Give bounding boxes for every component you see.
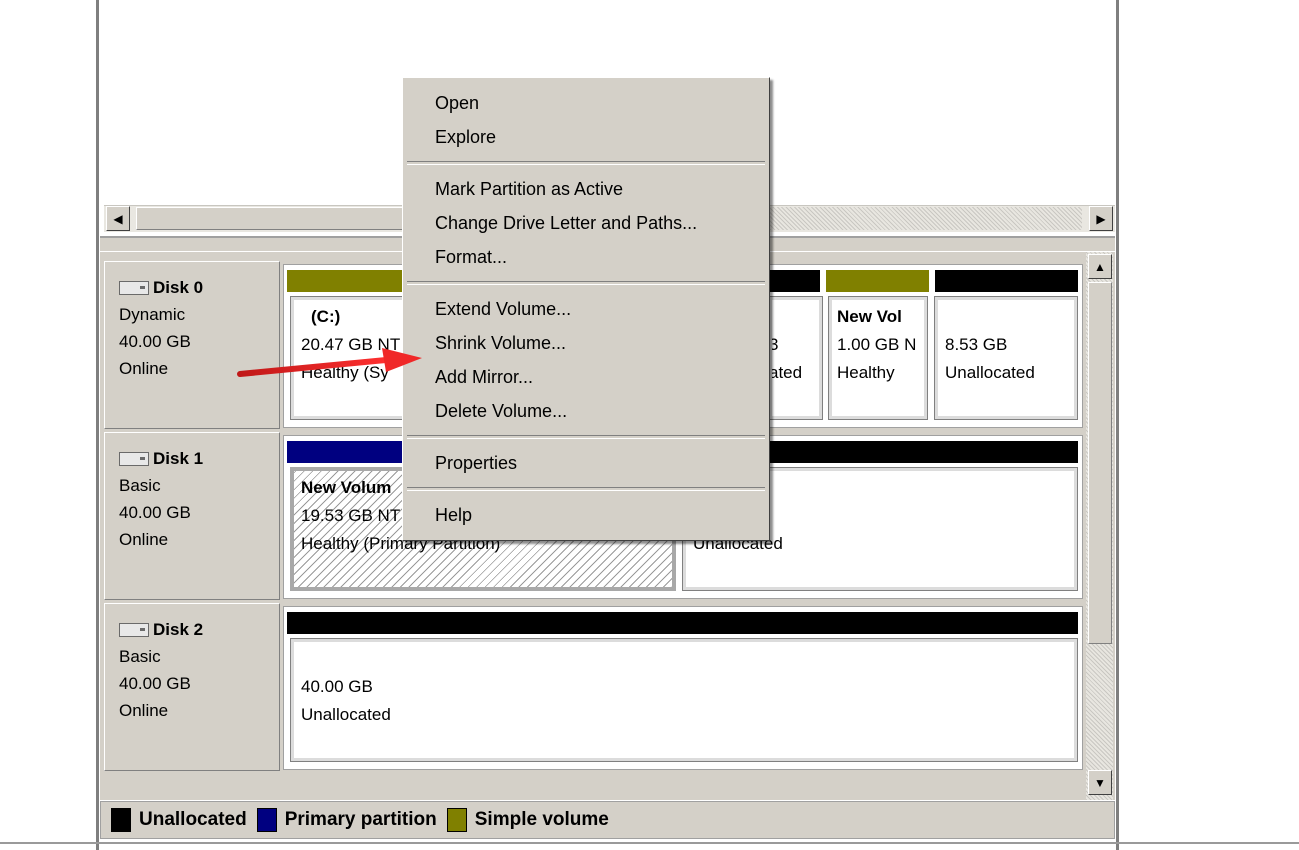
legend-primary: Primary partition [256, 808, 437, 832]
simple-swatch [446, 808, 467, 832]
disk-2-unallocated[interactable]: 40.00 GB Unallocated [290, 638, 1078, 762]
context-menu: Open Explore Mark Partition as Active Ch… [402, 77, 770, 541]
disk-0-unallocated-2-size: 8.53 GB [945, 335, 1008, 354]
unallocated-swatch [111, 808, 131, 832]
disk-0-unalloc-bar-2 [935, 270, 1078, 292]
chevron-right-icon: ▶ [1096, 211, 1106, 226]
horizontal-scroll-track[interactable] [770, 207, 1082, 230]
menu-item-extend-volume[interactable]: Extend Volume... [403, 292, 769, 326]
menu-separator [407, 281, 765, 285]
chevron-up-icon: ▲ [1094, 259, 1106, 274]
disk-1-size: 40.00 GB [119, 503, 191, 522]
disk-0-unallocated-1-size: 3 [769, 335, 779, 354]
menu-item-mark-active[interactable]: Mark Partition as Active [403, 172, 769, 206]
disk-1-name-text: Disk 1 [153, 449, 204, 468]
scroll-left-button[interactable]: ◀ [106, 206, 130, 231]
menu-item-help[interactable]: Help [403, 498, 769, 532]
volume-new-vol-title: New Vol [837, 307, 902, 326]
disk-0-unalloc-bar-1 [770, 270, 820, 292]
disk-2-unalloc-bar [287, 612, 1078, 634]
disk-icon [119, 451, 149, 466]
menu-item-explore[interactable]: Explore [403, 120, 769, 154]
menu-item-properties[interactable]: Properties [403, 446, 769, 480]
right-frame-line [1116, 0, 1119, 850]
scroll-down-button[interactable]: ▼ [1088, 770, 1112, 795]
menu-item-add-mirror[interactable]: Add Mirror... [403, 360, 769, 394]
bottom-frame-line [0, 842, 1299, 844]
disk-2-size: 40.00 GB [119, 674, 191, 693]
menu-separator [407, 161, 765, 165]
disk-0-c-bar [287, 270, 402, 292]
disk-0-type: Dynamic [119, 305, 186, 324]
disk-0-name: Disk 0 [119, 274, 279, 301]
legend-simple-label: Simple volume [474, 809, 609, 830]
disk-0-name-text: Disk 0 [153, 278, 204, 297]
chevron-left-icon: ◀ [113, 211, 123, 226]
menu-item-delete-volume[interactable]: Delete Volume... [403, 394, 769, 428]
disk-1-type: Basic [119, 476, 161, 495]
menu-item-format[interactable]: Format... [403, 240, 769, 274]
horizontal-scroll-thumb[interactable] [136, 207, 406, 230]
disk-0-newvol-bar [826, 270, 929, 292]
left-frame-line [96, 0, 99, 850]
disk-0-unallocated-1[interactable]: 3 ated [768, 296, 823, 420]
disk-1-label[interactable]: Disk 1 Basic 40.00 GB Online [104, 432, 280, 600]
volume-new-vol-size: 1.00 GB N [837, 335, 917, 354]
disk-2-unallocated-size: 40.00 GB [301, 677, 373, 696]
annotation-arrow-icon [237, 348, 422, 377]
chevron-down-icon: ▼ [1094, 775, 1106, 790]
legend-bar: Unallocated Primary partition Simple vol… [100, 801, 1115, 839]
disk-2-label[interactable]: Disk 2 Basic 40.00 GB Online [104, 603, 280, 771]
primary-swatch [256, 808, 277, 832]
disk-2-status: Online [119, 701, 169, 720]
menu-separator [407, 435, 765, 439]
volume-new-vol[interactable]: New Vol 1.00 GB N Healthy [828, 296, 928, 420]
disk-0-unallocated-2-status: Unallocated [945, 363, 1035, 382]
legend-unallocated-label: Unallocated [139, 809, 247, 830]
disk-2-unallocated-status: Unallocated [301, 705, 391, 724]
legend-unallocated: Unallocated [111, 808, 247, 832]
legend-simple: Simple volume [446, 808, 609, 832]
disk-0-unallocated-2[interactable]: 8.53 GB Unallocated [934, 296, 1078, 420]
menu-separator [407, 487, 765, 491]
disk-icon [119, 622, 149, 637]
scroll-right-button[interactable]: ▶ [1089, 206, 1113, 231]
menu-item-open[interactable]: Open [403, 86, 769, 120]
legend-primary-label: Primary partition [284, 809, 437, 830]
volume-c-title: (C:) [311, 307, 341, 326]
menu-item-shrink-volume[interactable]: Shrink Volume... [403, 326, 769, 360]
vertical-scroll-thumb[interactable] [1088, 282, 1112, 644]
volume-new-vol-status: Healthy [837, 363, 895, 382]
disk-0-unallocated-1-status: ated [769, 363, 803, 382]
disk-2-type: Basic [119, 647, 161, 666]
disk-2-name-text: Disk 2 [153, 620, 204, 639]
disk-1-status: Online [119, 530, 169, 549]
menu-item-change-drive-letter[interactable]: Change Drive Letter and Paths... [403, 206, 769, 240]
scroll-up-button[interactable]: ▲ [1088, 254, 1112, 279]
disk-icon [119, 280, 149, 295]
